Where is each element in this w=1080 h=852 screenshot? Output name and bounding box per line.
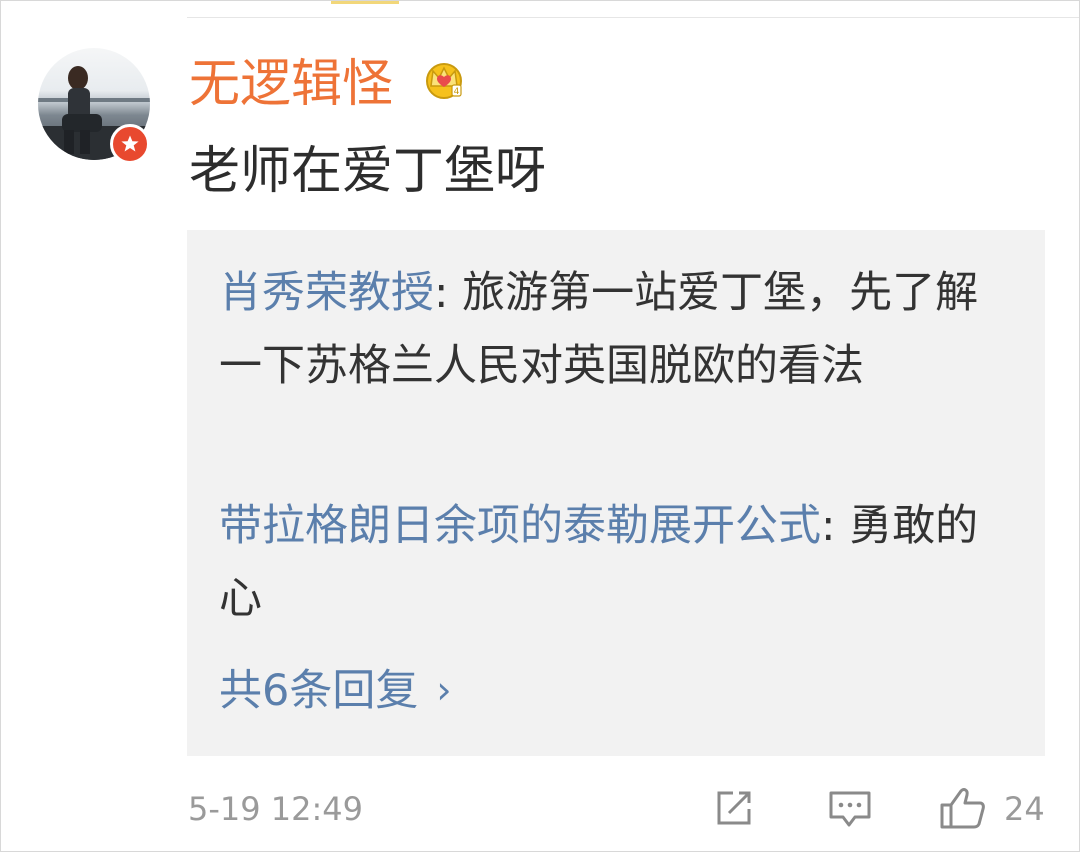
- chevron-right-icon: ›: [436, 668, 452, 712]
- reply-item[interactable]: 带拉格朗日余项的泰勒展开公式: 勇敢的心: [219, 490, 1019, 636]
- like-count: 24: [1004, 790, 1045, 828]
- reply-separator: :: [821, 501, 850, 551]
- username-link[interactable]: 无逻辑怪: [189, 55, 393, 115]
- verified-star-icon: [110, 124, 150, 164]
- svg-text:4: 4: [454, 87, 460, 97]
- top-accent-line: [331, 1, 399, 4]
- comment-text: 老师在爱丁堡呀: [189, 142, 547, 201]
- reply-separator: :: [434, 268, 463, 318]
- comment-card: 无逻辑怪 4 老师在爱丁堡呀 肖秀荣教授: 旅游第一站爱丁堡，先了解一下苏格兰人…: [0, 0, 1080, 852]
- like-icon[interactable]: [938, 785, 988, 831]
- view-all-replies-label: 共6条回复: [219, 666, 419, 716]
- view-all-replies-link[interactable]: 共6条回复 ›: [219, 654, 452, 728]
- replies-panel: 肖秀荣教授: 旅游第一站爱丁堡，先了解一下苏格兰人民对英国脱欧的看法 带拉格朗日…: [187, 230, 1045, 756]
- reply-author-link[interactable]: 肖秀荣教授: [219, 268, 434, 318]
- timestamp: 5-19 12:49: [188, 790, 364, 828]
- divider: [187, 17, 1079, 18]
- reply-author-link[interactable]: 带拉格朗日余项的泰勒展开公式: [219, 501, 821, 551]
- share-icon[interactable]: [711, 785, 757, 831]
- reply-item[interactable]: 肖秀荣教授: 旅游第一站爱丁堡，先了解一下苏格兰人民对英国脱欧的看法: [219, 257, 1019, 403]
- crown-icon: 4: [426, 63, 462, 99]
- comment-icon[interactable]: [827, 785, 873, 831]
